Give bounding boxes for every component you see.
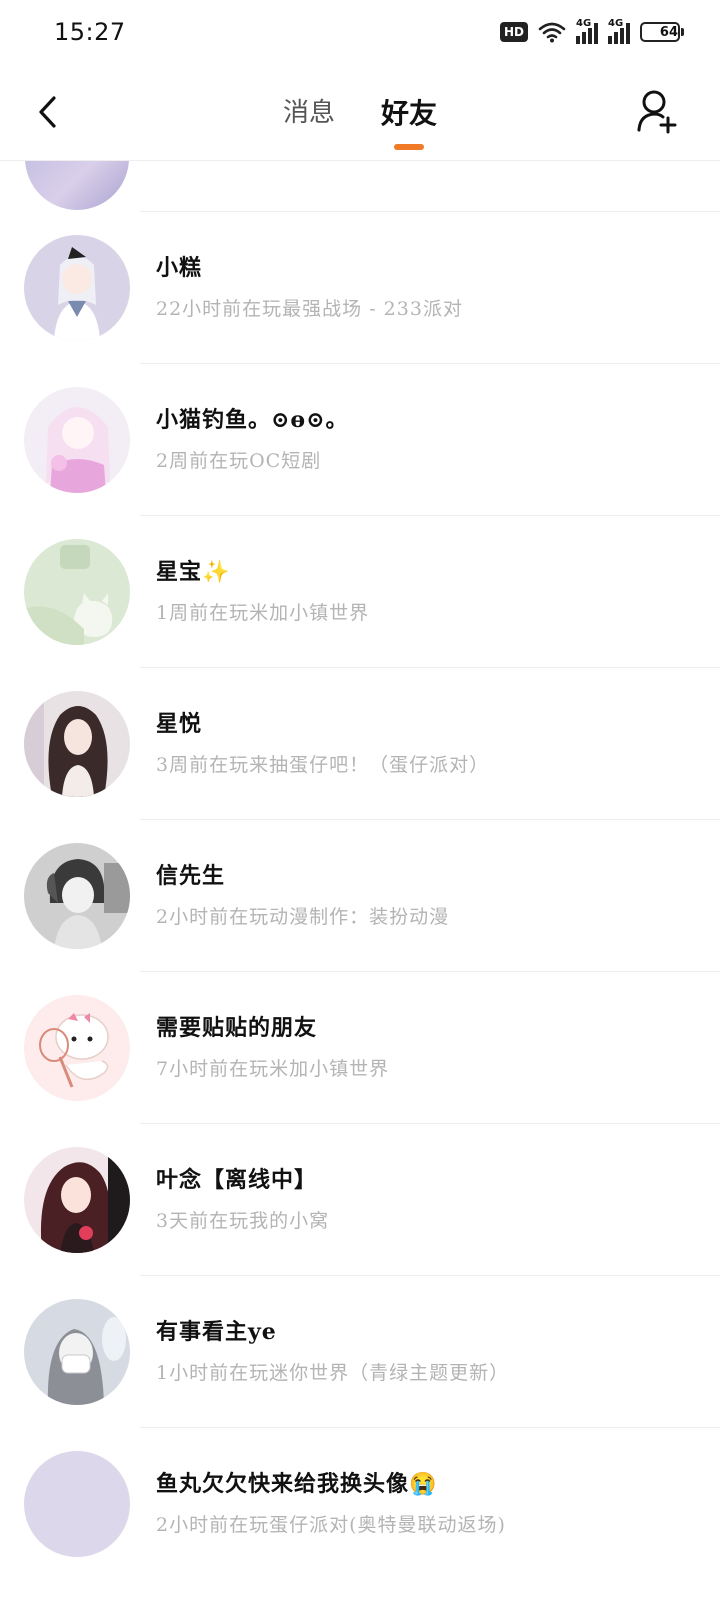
- friend-row[interactable]: 星宝✨ 1周前在玩米加小镇世界: [0, 516, 720, 667]
- hd-badge: HD: [499, 22, 528, 42]
- tab-messages[interactable]: 消息: [279, 86, 339, 154]
- tab-active-indicator: [394, 144, 424, 150]
- friend-activity: 3周前在玩来抽蛋仔吧！（蛋仔派对）: [156, 754, 490, 776]
- friend-name: 鱼丸欠欠快来给我换头像😭: [156, 1471, 438, 1497]
- friend-activity: 7小时前在玩米加小镇世界: [156, 1058, 390, 1080]
- list-item-partial[interactable]: [0, 161, 720, 211]
- friend-row[interactable]: 需要贴贴的朋友 7小时前在玩米加小镇世界: [0, 972, 720, 1123]
- friend-activity: 2周前在玩OC短剧: [156, 450, 322, 472]
- friend-row[interactable]: 有事看主ye 1小时前在玩迷你世界（青绿主题更新）: [0, 1276, 720, 1427]
- friend-name: 信先生: [156, 863, 226, 889]
- status-time: 15:27: [54, 18, 126, 46]
- tab-bar: 消息 好友: [0, 86, 720, 154]
- add-user-icon: [637, 90, 677, 134]
- friend-name: 小猫钓鱼。⊙ө⊙。: [156, 407, 349, 433]
- friend-row[interactable]: 小猫钓鱼。⊙ө⊙。 2周前在玩OC短剧: [0, 364, 720, 515]
- avatar[interactable]: [24, 539, 130, 645]
- friend-name: 叶念【离线中】: [156, 1167, 318, 1193]
- friend-activity: 1周前在玩米加小镇世界: [156, 602, 370, 624]
- status-bar: 15:27 HD 4G 4G 64: [0, 0, 720, 66]
- signal-icon-1: 4G: [576, 18, 598, 44]
- friend-activity: 22小时前在玩最强战场 - 233派对: [156, 298, 463, 320]
- avatar[interactable]: [24, 995, 130, 1101]
- tab-messages-label: 消息: [282, 98, 335, 128]
- friend-name: 星悦: [156, 711, 203, 737]
- avatar[interactable]: [24, 1451, 130, 1557]
- avatar[interactable]: [24, 843, 130, 949]
- friend-activity: 2小时前在玩蛋仔派对(奥特曼联动返场): [156, 1514, 506, 1536]
- status-icons: HD 4G 4G 64: [499, 18, 684, 46]
- friend-activity: 1小时前在玩迷你世界（青绿主题更新）: [156, 1362, 510, 1384]
- friend-name: 小糕: [156, 255, 203, 281]
- friend-row[interactable]: 星悦 3周前在玩来抽蛋仔吧！（蛋仔派对）: [0, 668, 720, 819]
- friend-name: 星宝✨: [156, 559, 231, 585]
- avatar[interactable]: [24, 691, 130, 797]
- battery-icon: 64: [640, 22, 684, 42]
- friend-row[interactable]: 鱼丸欠欠快来给我换头像😭 2小时前在玩蛋仔派对(奥特曼联动返场): [0, 1428, 720, 1579]
- avatar[interactable]: [24, 1147, 130, 1253]
- add-friend-button[interactable]: [634, 86, 680, 136]
- friend-row[interactable]: 叶念【离线中】 3天前在玩我的小窝: [0, 1124, 720, 1275]
- signal-icon-2: 4G: [608, 18, 630, 44]
- network-type-2: 4G: [608, 18, 624, 29]
- friend-activity: 3天前在玩我的小窝: [156, 1210, 330, 1232]
- avatar: [25, 161, 129, 210]
- friend-activity: 2小时前在玩动漫制作：装扮动漫: [156, 906, 450, 928]
- tab-friends[interactable]: 好友: [377, 86, 441, 154]
- friend-row[interactable]: 小糕 22小时前在玩最强战场 - 233派对: [0, 212, 720, 363]
- battery-level: 64: [659, 24, 678, 40]
- avatar[interactable]: [24, 1299, 130, 1405]
- avatar[interactable]: [24, 387, 130, 493]
- network-type-1: 4G: [576, 18, 592, 29]
- friend-row[interactable]: 信先生 2小时前在玩动漫制作：装扮动漫: [0, 820, 720, 971]
- nav-bar: 消息 好友: [0, 66, 720, 161]
- wifi-icon: [538, 22, 566, 43]
- avatar[interactable]: [24, 235, 130, 341]
- friend-name: 有事看主ye: [156, 1319, 277, 1345]
- friend-list: 小糕 22小时前在玩最强战场 - 233派对 小猫钓鱼。⊙ө⊙。 2周前在玩OC…: [0, 161, 720, 1579]
- friend-name: 需要贴贴的朋友: [156, 1015, 318, 1041]
- tab-friends-label: 好友: [381, 97, 438, 130]
